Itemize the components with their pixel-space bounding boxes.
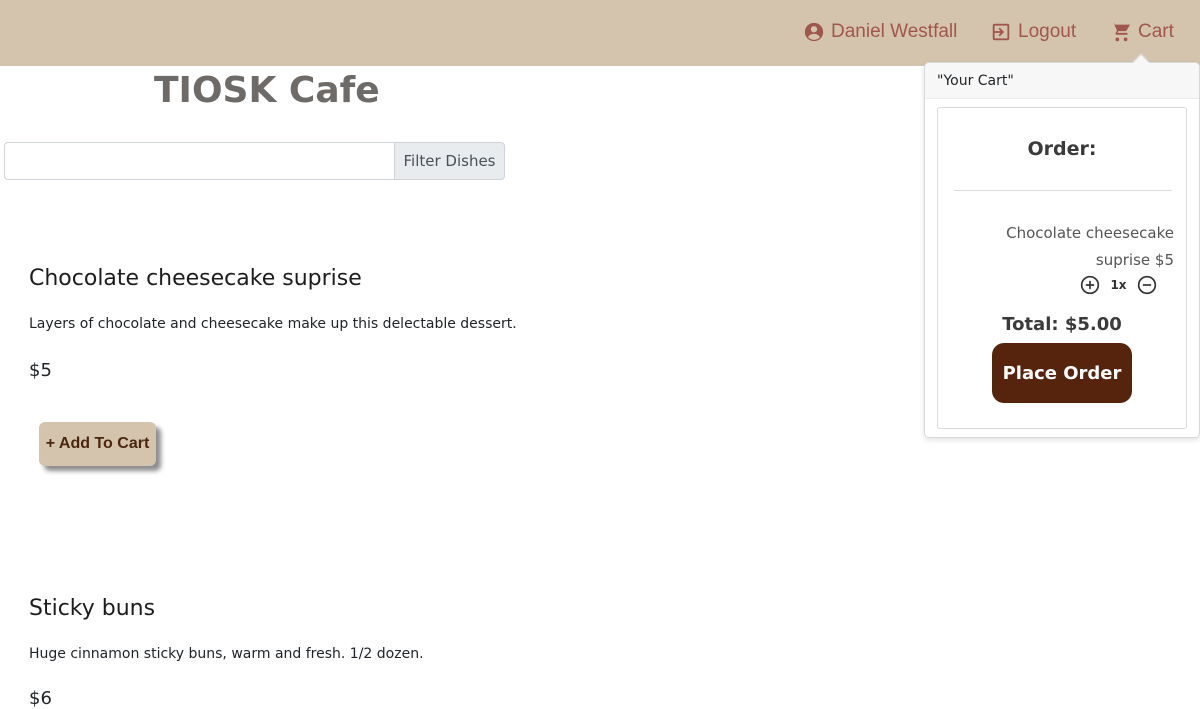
- dish-name: Sticky buns: [29, 596, 156, 621]
- dish-description: Layers of chocolate and cheesecake make …: [29, 316, 517, 332]
- filter-dishes-button[interactable]: Filter Dishes: [394, 142, 505, 180]
- divider: [954, 190, 1172, 191]
- cart-popover: "Your Cart" Order: Chocolate cheesecake …: [924, 62, 1200, 438]
- cart-popover-header: "Your Cart": [925, 63, 1199, 99]
- dish-price: $5: [29, 360, 52, 381]
- add-to-cart-button[interactable]: + Add To Cart: [39, 422, 156, 466]
- user-name: Daniel Westfall: [831, 21, 958, 42]
- cart-link[interactable]: Cart: [1110, 16, 1174, 48]
- cart-item-name-price-line: suprise $5: [1095, 251, 1174, 269]
- shopping-cart-icon: [1110, 22, 1131, 42]
- cart-item-name-line: Chocolate cheesecake: [1006, 224, 1174, 242]
- dish-description: Huge cinnamon sticky buns, warm and fres…: [29, 646, 424, 662]
- cart-item-quantity: 1x: [1110, 278, 1127, 292]
- order-title: Order:: [1027, 138, 1097, 160]
- logout-label: Logout: [1018, 21, 1077, 42]
- popover-arrow-fill: [1132, 55, 1150, 64]
- logout-link[interactable]: Logout: [990, 16, 1076, 48]
- exit-icon: [992, 23, 1010, 41]
- filter-input[interactable]: [4, 142, 395, 180]
- cart-item-name: Chocolate cheesecake suprise $5: [974, 220, 1174, 274]
- plus-circle-icon[interactable]: [1080, 275, 1100, 295]
- user-menu[interactable]: Daniel Westfall: [803, 16, 957, 48]
- minus-circle-icon[interactable]: [1137, 275, 1157, 295]
- top-navbar: Daniel Westfall Logout Cart: [0, 0, 1200, 66]
- account-circle-icon: [804, 22, 824, 42]
- cart-order-card: Order: Chocolate cheesecake suprise $5 1…: [937, 107, 1187, 429]
- page-title: TIOSK Cafe: [154, 70, 380, 111]
- dish-price: $6: [29, 688, 52, 709]
- dish-name: Chocolate cheesecake suprise: [29, 266, 362, 291]
- cart-total: Total: $5.00: [1002, 314, 1122, 335]
- place-order-button[interactable]: Place Order: [992, 343, 1132, 403]
- cart-label: Cart: [1138, 21, 1174, 42]
- quantity-stepper: 1x: [1080, 274, 1157, 296]
